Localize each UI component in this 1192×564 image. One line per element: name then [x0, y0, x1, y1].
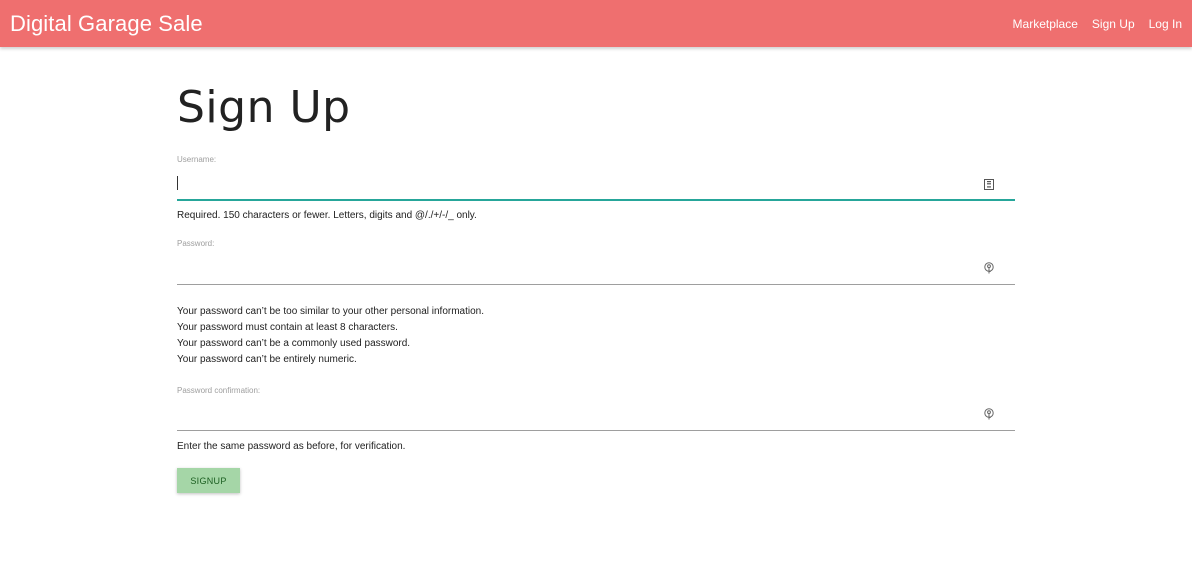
password-confirmation-label: Password confirmation: [177, 386, 261, 395]
password-help-list: Your password can’t be too similar to yo… [177, 304, 484, 368]
signup-button[interactable]: SIGNUP [177, 468, 240, 493]
id-card-icon [983, 178, 995, 190]
password-help-item: Your password can’t be too similar to yo… [177, 306, 485, 317]
password-label: Password: [177, 239, 215, 248]
password-input[interactable] [177, 256, 1015, 285]
password-confirmation-input[interactable] [177, 402, 1015, 431]
text-caret [177, 176, 178, 190]
username-help-text: Required. 150 characters or fewer. Lette… [177, 210, 477, 221]
password-help-item: Your password can’t be a commonly used p… [177, 338, 411, 349]
username-input[interactable] [177, 171, 1015, 201]
nav-link-log-in[interactable]: Log In [1149, 17, 1182, 31]
nav-links: Marketplace Sign Up Log In [999, 17, 1182, 31]
page-title: Sign Up [177, 82, 351, 133]
nav-link-sign-up[interactable]: Sign Up [1092, 17, 1135, 31]
key-icon [983, 408, 995, 420]
password-confirmation-help-text: Enter the same password as before, for v… [177, 441, 406, 452]
username-label: Username: [177, 155, 217, 164]
password-help-item: Your password must contain at least 8 ch… [177, 322, 398, 333]
nav-link-marketplace[interactable]: Marketplace [1013, 17, 1078, 31]
key-icon [983, 262, 995, 274]
brand-logo-text[interactable]: Digital Garage Sale [10, 11, 203, 37]
password-help-item: Your password can’t be entirely numeric. [177, 354, 357, 365]
navbar: Digital Garage Sale Marketplace Sign Up … [0, 0, 1192, 47]
